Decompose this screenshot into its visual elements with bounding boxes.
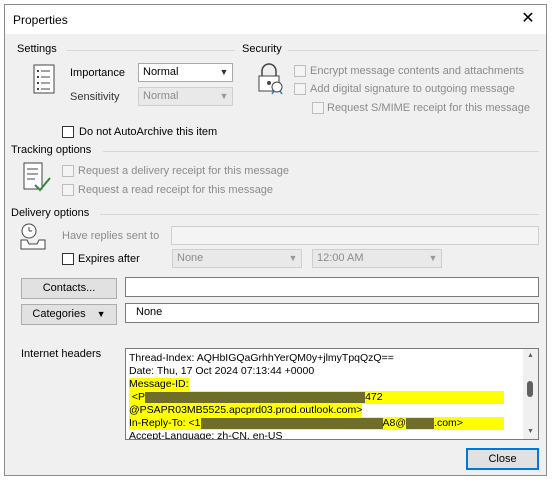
delivery-divider <box>100 214 539 215</box>
importance-select[interactable]: Normal ▼ <box>138 63 233 82</box>
read-receipt-label: Request a read receipt for this message <box>78 184 274 196</box>
scrollbar-thumb[interactable] <box>527 381 533 397</box>
smime-receipt-checkbox[interactable] <box>312 102 324 114</box>
internet-headers-label: Internet headers <box>21 348 102 360</box>
encrypt-checkbox[interactable] <box>294 65 306 77</box>
delivery-receipt-checkbox[interactable] <box>62 165 74 177</box>
close-icon[interactable]: ✕ <box>516 8 540 30</box>
header-text: .com> <box>434 417 463 429</box>
importance-label: Importance <box>70 67 126 79</box>
close-button[interactable]: Close <box>466 448 539 470</box>
tracking-heading: Tracking options <box>11 144 92 156</box>
expires-checkbox[interactable] <box>62 253 74 265</box>
header-line: Thread-Index: AQHbIGQaGrhhYerQM0y+jlmyTp… <box>129 352 394 364</box>
header-line: In-Reply-To: <1 A8@ .com> <box>129 417 504 430</box>
tracking-checklist-icon <box>23 162 51 192</box>
scroll-up-icon[interactable]: ▲ <box>523 349 538 363</box>
encrypt-label: Encrypt message contents and attachments <box>310 65 525 77</box>
chevron-down-icon: ▼ <box>219 91 229 101</box>
settings-heading: Settings <box>17 43 57 55</box>
window-title: Properties <box>13 13 68 27</box>
categories-button-label: Categories <box>32 308 86 320</box>
header-text: 472 <box>365 391 383 403</box>
categories-field[interactable]: None <box>125 303 539 323</box>
smime-receipt-label: Request S/MIME receipt for this message <box>327 102 530 114</box>
categories-button[interactable]: Categories ▼ <box>21 304 117 325</box>
header-text: <P <box>131 391 146 403</box>
sensitivity-label: Sensitivity <box>70 91 120 103</box>
importance-value: Normal <box>143 66 179 78</box>
lock-certificate-icon <box>258 63 283 95</box>
chevron-down-icon: ▼ <box>96 309 106 319</box>
replies-to-field[interactable] <box>171 226 539 245</box>
sensitivity-select[interactable]: Normal ▼ <box>138 87 233 106</box>
replies-label: Have replies sent to <box>62 230 160 242</box>
settings-list-icon <box>33 64 55 94</box>
header-line: Date: Thu, 17 Oct 2024 07:13:44 +0000 <box>129 365 315 377</box>
header-line: @PSAPR03MB5525.apcprd03.prod.outlook.com… <box>129 404 363 417</box>
contacts-button-label: Contacts... <box>42 282 96 294</box>
security-heading: Security <box>242 43 282 55</box>
header-line: Message-ID: <box>129 378 189 391</box>
redaction-block <box>145 391 366 403</box>
read-receipt-checkbox[interactable] <box>62 184 74 196</box>
header-line: <P 472 <box>129 391 504 404</box>
categories-value: None <box>136 306 163 318</box>
autoarchive-label: Do not AutoArchive this item <box>79 126 218 138</box>
digital-signature-label: Add digital signature to outgoing messag… <box>310 83 515 95</box>
scroll-down-icon[interactable]: ▼ <box>523 425 538 439</box>
sensitivity-value: Normal <box>143 90 179 102</box>
expires-time-value: 12:00 AM <box>317 252 364 264</box>
properties-dialog: Properties ✕ Settings Importance Normal … <box>4 4 547 476</box>
internet-headers-textbox[interactable]: Thread-Index: AQHbIGQaGrhhYerQM0y+jlmyTp… <box>125 348 539 440</box>
expires-date-select[interactable]: None ▼ <box>172 249 302 268</box>
title-bar: Properties ✕ <box>5 5 546 34</box>
redaction-block <box>406 417 435 429</box>
headers-scrollbar[interactable]: ▲ ▼ <box>523 349 538 439</box>
security-divider <box>288 50 539 51</box>
header-line: Accept-Language: zh-CN, en-US <box>129 430 283 440</box>
contacts-field[interactable] <box>125 277 539 297</box>
chevron-down-icon: ▼ <box>288 253 298 263</box>
settings-divider <box>67 50 235 51</box>
delivery-inbox-clock-icon <box>20 223 46 250</box>
expires-label: Expires after <box>78 253 140 265</box>
header-text: A8@ <box>382 417 407 429</box>
autoarchive-checkbox[interactable] <box>62 126 74 138</box>
delivery-receipt-label: Request a delivery receipt for this mess… <box>78 165 289 177</box>
header-text: <1 <box>188 417 201 429</box>
digital-signature-checkbox[interactable] <box>294 83 306 95</box>
close-button-label: Close <box>488 453 517 465</box>
expires-date-value: None <box>177 252 204 264</box>
delivery-heading: Delivery options <box>11 207 90 219</box>
chevron-down-icon: ▼ <box>428 253 438 263</box>
chevron-down-icon: ▼ <box>219 67 229 77</box>
tracking-divider <box>103 151 539 152</box>
header-text: In-Reply-To: <box>129 417 186 429</box>
redaction-block <box>200 417 383 429</box>
expires-time-select[interactable]: 12:00 AM ▼ <box>312 249 442 268</box>
contacts-button[interactable]: Contacts... <box>21 278 117 299</box>
